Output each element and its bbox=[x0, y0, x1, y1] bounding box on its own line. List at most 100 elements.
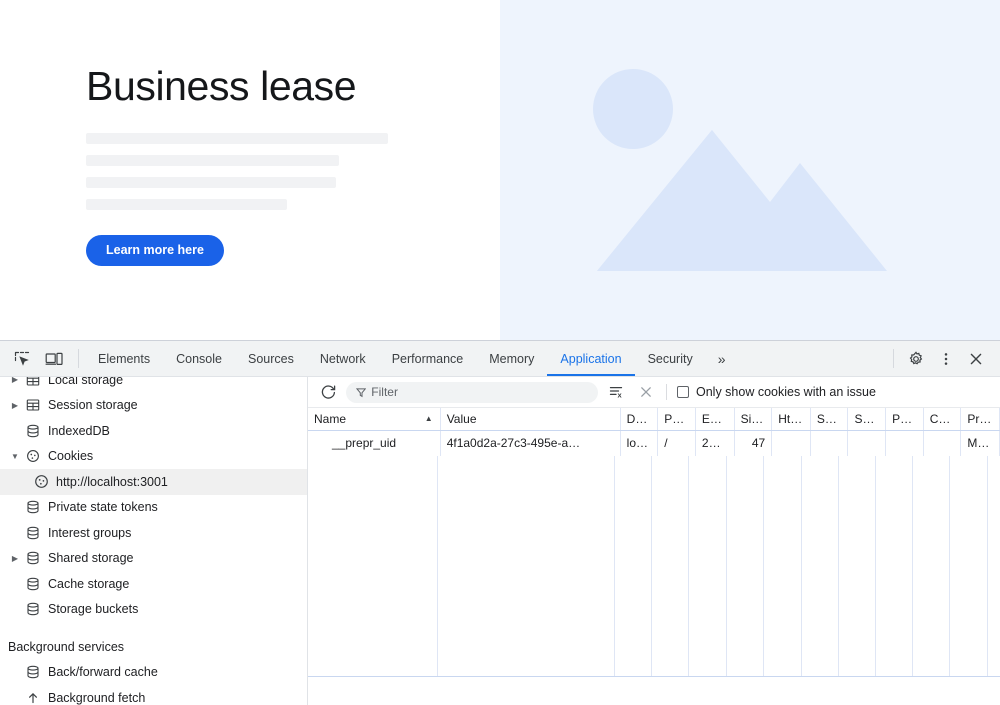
grid-column bbox=[652, 455, 689, 676]
column-header-httponly[interactable]: Ht… bbox=[771, 408, 811, 431]
column-header-domain[interactable]: D… bbox=[620, 408, 659, 431]
column-header-partitionkey[interactable]: P… bbox=[885, 408, 924, 431]
column-header-name[interactable]: Name ▲ bbox=[308, 408, 441, 431]
tab-security[interactable]: Security bbox=[635, 341, 706, 376]
devtools-tabbar: Elements Console Sources Network Perform… bbox=[0, 341, 1000, 377]
column-header-size[interactable]: Si… bbox=[734, 408, 773, 431]
sidebar-item-cookies[interactable]: ▼ Cookies bbox=[0, 444, 307, 470]
devtools-tool-icons bbox=[0, 341, 72, 376]
database-icon bbox=[22, 424, 44, 438]
sidebar-item-back-forward-cache[interactable]: Back/forward cache bbox=[0, 660, 307, 686]
column-header-label: Name bbox=[314, 412, 347, 426]
application-sidebar[interactable]: ▶ Local storage ▶ Session storage Indexe… bbox=[0, 377, 308, 705]
skeleton-line bbox=[86, 133, 388, 144]
toolbar-separator bbox=[666, 384, 667, 400]
storage-tree: ▶ Local storage ▶ Session storage Indexe… bbox=[0, 377, 307, 705]
hero-image-placeholder bbox=[500, 0, 1000, 340]
delete-icon[interactable] bbox=[634, 380, 658, 404]
device-toolbar-icon[interactable] bbox=[40, 346, 68, 372]
filter-input-wrapper[interactable] bbox=[346, 381, 598, 403]
sidebar-section-background-services: Background services bbox=[8, 639, 125, 654]
sidebar-item-cache-storage[interactable]: Cache storage bbox=[0, 571, 307, 597]
column-header-priority[interactable]: Pr… bbox=[960, 408, 1000, 431]
grid-column bbox=[802, 455, 839, 676]
chevron-down-icon[interactable]: ▼ bbox=[8, 449, 22, 463]
cookies-toolbar: x Only show cookies with an issue bbox=[308, 377, 1000, 408]
grid-column bbox=[839, 455, 876, 676]
column-header-path[interactable]: P… bbox=[657, 408, 696, 431]
tab-sources[interactable]: Sources bbox=[235, 341, 307, 376]
settings-gear-icon[interactable] bbox=[902, 346, 930, 372]
web-page-viewport: Business lease Learn more here bbox=[0, 0, 1000, 340]
column-header-samesite[interactable]: S… bbox=[847, 408, 887, 431]
tab-memory[interactable]: Memory bbox=[476, 341, 547, 376]
cell-path: / bbox=[657, 430, 696, 456]
cell-samesite bbox=[847, 430, 887, 456]
column-header-expires[interactable]: E… bbox=[695, 408, 735, 431]
checkbox-box[interactable] bbox=[677, 386, 689, 398]
cell-secure bbox=[810, 430, 849, 456]
sidebar-item-label: Session storage bbox=[48, 398, 138, 413]
cell-crosssite bbox=[923, 430, 962, 456]
table-row[interactable]: __prepr_uid 4f1a0d2a-27c3-495e-a… lo… / … bbox=[308, 430, 1000, 456]
tab-performance[interactable]: Performance bbox=[379, 341, 477, 376]
inspect-element-icon[interactable] bbox=[8, 346, 36, 372]
table-icon bbox=[22, 377, 44, 387]
sidebar-item-label: Cookies bbox=[48, 449, 94, 464]
cookies-panel: x Only show cookies with an issue bbox=[308, 377, 1000, 705]
cell-value: 4f1a0d2a-27c3-495e-a… bbox=[440, 430, 621, 456]
column-header-crosssite[interactable]: C… bbox=[923, 408, 962, 431]
tab-network[interactable]: Network bbox=[307, 341, 379, 376]
sidebar-item-shared-storage[interactable]: ▶ Shared storage bbox=[0, 546, 307, 572]
learn-more-button[interactable]: Learn more here bbox=[86, 235, 224, 266]
column-header-value[interactable]: Value bbox=[440, 408, 621, 431]
grid-column bbox=[689, 455, 727, 676]
sidebar-item-label: Interest groups bbox=[48, 525, 132, 540]
sidebar-item-label: Local storage bbox=[48, 377, 124, 387]
cell-expires: 2… bbox=[695, 430, 735, 456]
clear-filter-icon[interactable]: x bbox=[604, 380, 628, 404]
sidebar-item-localhost-3001[interactable]: http://localhost:3001 bbox=[0, 469, 307, 495]
more-options-icon[interactable] bbox=[932, 346, 960, 372]
filter-icon bbox=[356, 387, 367, 397]
grid-column bbox=[876, 455, 913, 676]
cell-name: __prepr_uid bbox=[308, 430, 441, 456]
tab-console[interactable]: Console bbox=[163, 341, 235, 376]
chevron-right-icon[interactable]: ▶ bbox=[8, 551, 22, 565]
close-devtools-icon[interactable] bbox=[962, 346, 990, 372]
refresh-icon[interactable] bbox=[316, 380, 340, 404]
chevron-right-icon[interactable]: ▶ bbox=[8, 398, 22, 412]
sidebar-item-indexeddb[interactable]: IndexedDB bbox=[0, 418, 307, 444]
sidebar-item-interest-groups[interactable]: Interest groups bbox=[0, 520, 307, 546]
column-header-secure[interactable]: S… bbox=[810, 408, 849, 431]
cell-priority: M… bbox=[960, 430, 1000, 456]
sidebar-item-label: Background fetch bbox=[48, 690, 146, 705]
cookies-table-wrapper[interactable]: Name ▲ Value D… P… E… Si… Ht… S… S… P… C… bbox=[308, 408, 1000, 705]
more-tabs-icon[interactable]: » bbox=[706, 341, 738, 376]
grid-column bbox=[308, 455, 438, 676]
cell-size: 47 bbox=[734, 430, 773, 456]
sidebar-item-session-storage[interactable]: ▶ Session storage bbox=[0, 393, 307, 419]
page-title: Business lease bbox=[86, 63, 357, 109]
sidebar-item-label: Shared storage bbox=[48, 551, 134, 566]
filter-input[interactable] bbox=[371, 385, 588, 399]
sidebar-item-storage-buckets[interactable]: Storage buckets bbox=[0, 597, 307, 623]
chevron-right-icon[interactable]: ▶ bbox=[8, 377, 22, 387]
cell-partitionkey bbox=[885, 430, 924, 456]
table-icon bbox=[22, 398, 44, 412]
only-show-issues-checkbox[interactable]: Only show cookies with an issue bbox=[677, 385, 876, 399]
database-icon bbox=[22, 526, 44, 540]
tab-elements[interactable]: Elements bbox=[85, 341, 163, 376]
sidebar-item-background-fetch[interactable]: Background fetch bbox=[0, 685, 307, 705]
database-icon bbox=[22, 665, 44, 679]
checkbox-label: Only show cookies with an issue bbox=[696, 385, 876, 399]
tab-application[interactable]: Application bbox=[547, 341, 635, 376]
devtools-right-controls bbox=[887, 341, 1000, 376]
grid-column bbox=[764, 455, 802, 676]
sidebar-item-local-storage[interactable]: ▶ Local storage bbox=[0, 377, 307, 393]
skeleton-line bbox=[86, 155, 339, 166]
sidebar-item-private-state-tokens[interactable]: Private state tokens bbox=[0, 495, 307, 521]
